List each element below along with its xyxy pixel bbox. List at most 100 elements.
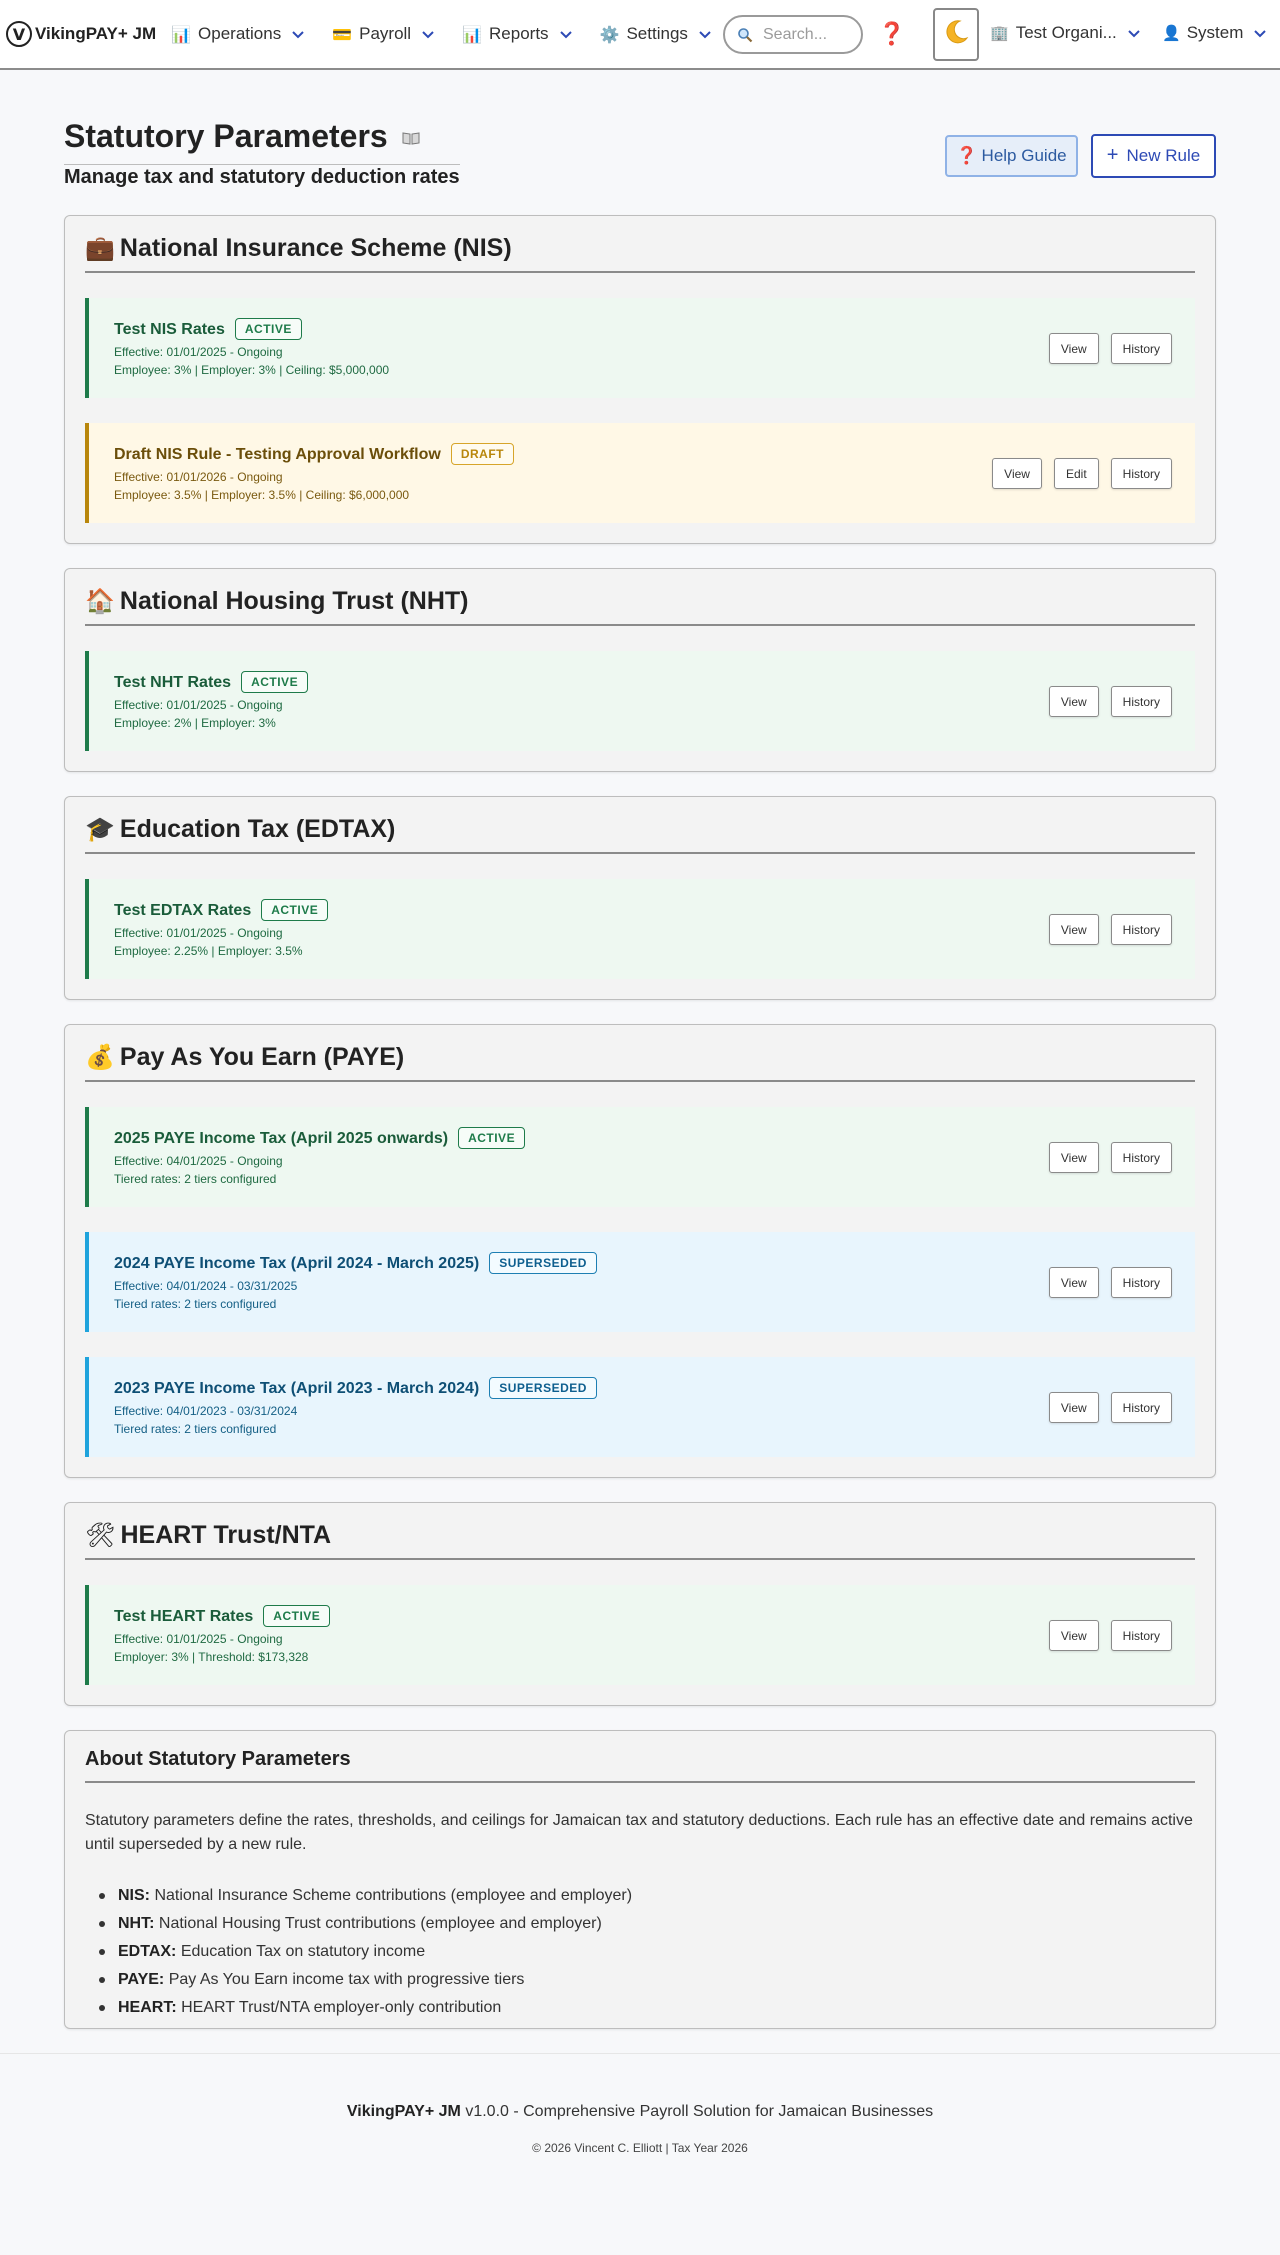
history-button[interactable]: History bbox=[1110, 1267, 1172, 1298]
rule-effective: Effective: 04/01/2025 - Ongoing bbox=[114, 1154, 283, 1168]
rule-effective: Effective: 04/01/2024 - 03/31/2025 bbox=[114, 1279, 298, 1293]
rule-actions: View History bbox=[1037, 1392, 1172, 1423]
rule-detail: Employee: 3% | Employer: 3% | Ceiling: $… bbox=[114, 363, 390, 377]
list-item: EDTAX: Education Tax on statutory income bbox=[98, 1938, 632, 1966]
section-header: 🏠 National Housing Trust (NHT) bbox=[85, 586, 1195, 626]
term: NHT: bbox=[118, 1915, 155, 1932]
rule-name-row: Test EDTAX Rates ACTIVE bbox=[114, 899, 329, 921]
section-header: 💰 Pay As You Earn (PAYE) bbox=[85, 1042, 1195, 1082]
brand[interactable]: V VikingPAY+ JM bbox=[6, 21, 156, 47]
rule-actions: View Edit History bbox=[980, 458, 1172, 489]
history-button[interactable]: History bbox=[1110, 1142, 1172, 1173]
rule-card: Test EDTAX Rates ACTIVE Effective: 01/01/… bbox=[85, 879, 1195, 979]
new-rule-label: New Rule bbox=[1126, 146, 1201, 165]
history-button[interactable]: History bbox=[1110, 914, 1172, 945]
term: HEART: bbox=[118, 1999, 177, 2016]
view-button[interactable]: View bbox=[992, 458, 1042, 489]
history-button[interactable]: History bbox=[1110, 1620, 1172, 1651]
menu-settings[interactable]: ⚙️ Settings bbox=[600, 24, 713, 44]
search-icon bbox=[737, 27, 753, 43]
top-navbar: V VikingPAY+ JM 📊 Operations 💳 Payroll 📊… bbox=[0, 0, 1280, 70]
chevron-down-icon bbox=[420, 26, 436, 42]
user-menu[interactable]: 👤 System bbox=[1162, 23, 1268, 43]
view-button[interactable]: View bbox=[1048, 686, 1099, 717]
history-button[interactable]: History bbox=[1110, 333, 1172, 364]
rule-actions: View History bbox=[1037, 1267, 1172, 1298]
new-rule-button[interactable]: + New Rule bbox=[1091, 134, 1216, 178]
rule-detail: Employee: 2% | Employer: 3% bbox=[114, 716, 276, 730]
rule-name-row: 2025 PAYE Income Tax (April 2025 onwards… bbox=[114, 1127, 526, 1149]
footer-copyright: © 2026 Vincent C. Elliott | Tax Year 202… bbox=[532, 2141, 748, 2155]
rule-actions: View History bbox=[1037, 686, 1172, 717]
term-description: National Insurance Scheme contributions … bbox=[150, 1887, 633, 1904]
view-button[interactable]: View bbox=[1048, 1392, 1099, 1423]
rule-name-row: Test NIS Rates ACTIVE bbox=[114, 318, 302, 340]
section-nis: 💼 National Insurance Scheme (NIS) Test N… bbox=[64, 215, 1216, 544]
footer-version: v1.0.0 - Comprehensive Payroll Solution … bbox=[460, 2103, 934, 2120]
rule-detail: Employee: 2.25% | Employer: 3.5% bbox=[114, 944, 303, 958]
section-title: National Insurance Scheme (NIS) bbox=[119, 234, 512, 262]
rule-effective: Effective: 04/01/2023 - 03/31/2024 bbox=[114, 1404, 298, 1418]
about-description: Statutory parameters define the rates, t… bbox=[85, 1812, 1193, 1853]
search-box[interactable] bbox=[723, 15, 863, 54]
view-button[interactable]: View bbox=[1048, 1142, 1099, 1173]
term: NIS: bbox=[118, 1887, 150, 1904]
rule-name: 2025 PAYE Income Tax (April 2025 onwards… bbox=[114, 1130, 449, 1147]
menu-payroll[interactable]: 💳 Payroll bbox=[332, 24, 436, 44]
footer-tagline: VikingPAY+ JM v1.0.0 - Comprehensive Pay… bbox=[0, 2103, 1280, 2121]
help-guide-button[interactable]: ❓ Help Guide bbox=[945, 135, 1078, 177]
about-title: About Statutory Parameters bbox=[85, 1748, 1195, 1783]
user-icon: 👤 bbox=[1162, 24, 1181, 42]
help-icon[interactable]: ❓ bbox=[877, 19, 907, 49]
menu-operations[interactable]: 📊 Operations bbox=[171, 24, 306, 44]
edit-button[interactable]: Edit bbox=[1053, 458, 1099, 489]
term-description: Education Tax on statutory income bbox=[176, 1943, 426, 1960]
view-button[interactable]: View bbox=[1048, 1620, 1099, 1651]
plus-icon: + bbox=[1106, 143, 1119, 166]
menu-reports[interactable]: 📊 Reports bbox=[462, 24, 573, 44]
history-button[interactable]: History bbox=[1110, 686, 1172, 717]
theme-toggle-button[interactable] bbox=[933, 8, 979, 61]
history-button[interactable]: History bbox=[1110, 1392, 1172, 1423]
term: PAYE: bbox=[118, 1971, 165, 1988]
view-button[interactable]: View bbox=[1048, 1267, 1099, 1298]
rule-card: Test HEART Rates ACTIVE Effective: 01/01/… bbox=[85, 1585, 1195, 1685]
rule-actions: View History bbox=[1037, 1620, 1172, 1651]
moon-icon bbox=[941, 17, 971, 52]
rule-name: Test HEART Rates bbox=[114, 1608, 254, 1625]
history-button[interactable]: History bbox=[1110, 458, 1172, 489]
organization-selector[interactable]: 🏢 Test Organi... bbox=[990, 23, 1142, 43]
about-list: NIS: National Insurance Scheme contribut… bbox=[98, 1882, 633, 2022]
rule-name: Draft NIS Rule - Testing Approval Workfl… bbox=[114, 446, 441, 463]
menu-operations-label: Operations bbox=[198, 24, 282, 43]
status-badge: ACTIVE bbox=[261, 899, 329, 921]
view-button[interactable]: View bbox=[1048, 914, 1099, 945]
section-paye: 💰 Pay As You Earn (PAYE) 2025 PAYE Incom… bbox=[64, 1024, 1216, 1478]
chevron-down-icon bbox=[290, 26, 306, 42]
rule-name: Test NIS Rates bbox=[114, 321, 225, 338]
help-guide-label: Help Guide bbox=[981, 146, 1067, 165]
rule-name: Test EDTAX Rates bbox=[114, 902, 252, 919]
list-item: HEART: HEART Trust/NTA employer-only con… bbox=[98, 1994, 632, 2022]
rule-actions: View History bbox=[1037, 333, 1172, 364]
view-button[interactable]: View bbox=[1048, 333, 1099, 364]
rule-effective: Effective: 01/01/2025 - Ongoing bbox=[114, 698, 283, 712]
page-subtitle: Manage tax and statutory deduction rates bbox=[64, 166, 460, 188]
term-description: HEART Trust/NTA employer-only contributi… bbox=[176, 1999, 502, 2016]
chart-icon: 📊 bbox=[462, 24, 483, 44]
footer: VikingPAY+ JM v1.0.0 - Comprehensive Pay… bbox=[0, 2053, 1280, 2255]
term-description: National Housing Trust contributions (em… bbox=[154, 1915, 602, 1932]
graduation-cap-icon: 🎓 bbox=[85, 815, 115, 843]
rule-name: Test NHT Rates bbox=[114, 674, 232, 691]
list-item: NHT: National Housing Trust contribution… bbox=[98, 1910, 632, 1938]
list-item: NIS: National Insurance Scheme contribut… bbox=[98, 1882, 633, 1910]
question-icon: ❓ bbox=[956, 146, 978, 166]
list-item: PAYE: Pay As You Earn income tax with pr… bbox=[98, 1966, 632, 1994]
search-input[interactable] bbox=[763, 25, 853, 44]
status-badge: DRAFT bbox=[450, 443, 515, 465]
menu-reports-label: Reports bbox=[489, 24, 549, 43]
chevron-down-icon bbox=[1252, 25, 1268, 41]
section-edtax: 🎓 Education Tax (EDTAX) Test EDTAX Rates… bbox=[64, 796, 1216, 1000]
term: EDTAX: bbox=[118, 1943, 177, 1960]
rule-card: Test NIS Rates ACTIVE Effective: 01/01/20… bbox=[85, 298, 1195, 398]
